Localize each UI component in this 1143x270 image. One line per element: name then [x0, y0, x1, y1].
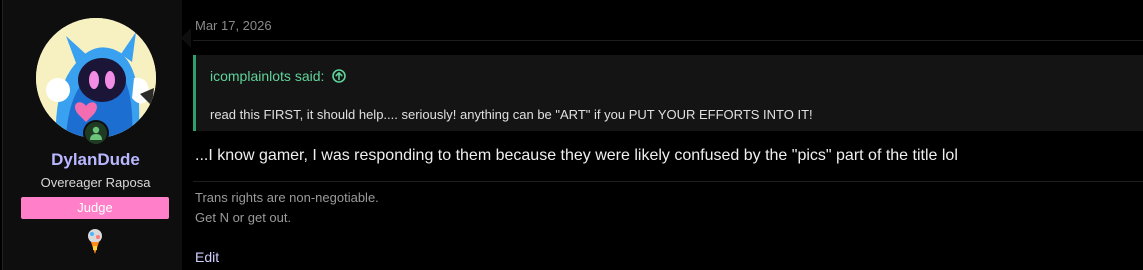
trophy-icon[interactable]	[83, 226, 109, 256]
panel-pointer-arrow	[181, 28, 191, 48]
signature-divider	[193, 181, 1143, 182]
post-message: ...I know gamer, I was responding to the…	[195, 147, 958, 164]
arrow-up-circle-icon[interactable]	[332, 69, 347, 83]
signature-line: Get N or get out.	[195, 210, 292, 225]
username-link[interactable]: DylanDude	[3, 150, 188, 170]
forum-post: DylanDude Overeager Raposa Judge Mar 17,…	[0, 0, 1143, 270]
quote-text: read this FIRST, it should help.... seri…	[210, 107, 813, 122]
quote-header[interactable]: icomplainlots said:	[210, 68, 347, 84]
edit-link[interactable]: Edit	[195, 249, 219, 265]
signature: Trans rights are non-negotiable. Get N o…	[195, 188, 379, 228]
user-panel: DylanDude Overeager Raposa Judge	[2, 0, 182, 270]
user-banner: Judge	[21, 197, 169, 219]
post-date-link[interactable]: Mar 17, 2026	[195, 18, 272, 33]
online-user-icon	[90, 126, 102, 140]
header-divider	[193, 40, 1143, 41]
quote-author[interactable]: icomplainlots said:	[210, 68, 324, 84]
user-title: Overeager Raposa	[40, 175, 151, 190]
post-main: Mar 17, 2026 icomplainlots said: read th…	[193, 0, 1143, 270]
quote-block: icomplainlots said: read this FIRST, it …	[193, 55, 1143, 131]
online-status-badge	[83, 120, 109, 146]
signature-line: Trans rights are non-negotiable.	[195, 190, 379, 205]
